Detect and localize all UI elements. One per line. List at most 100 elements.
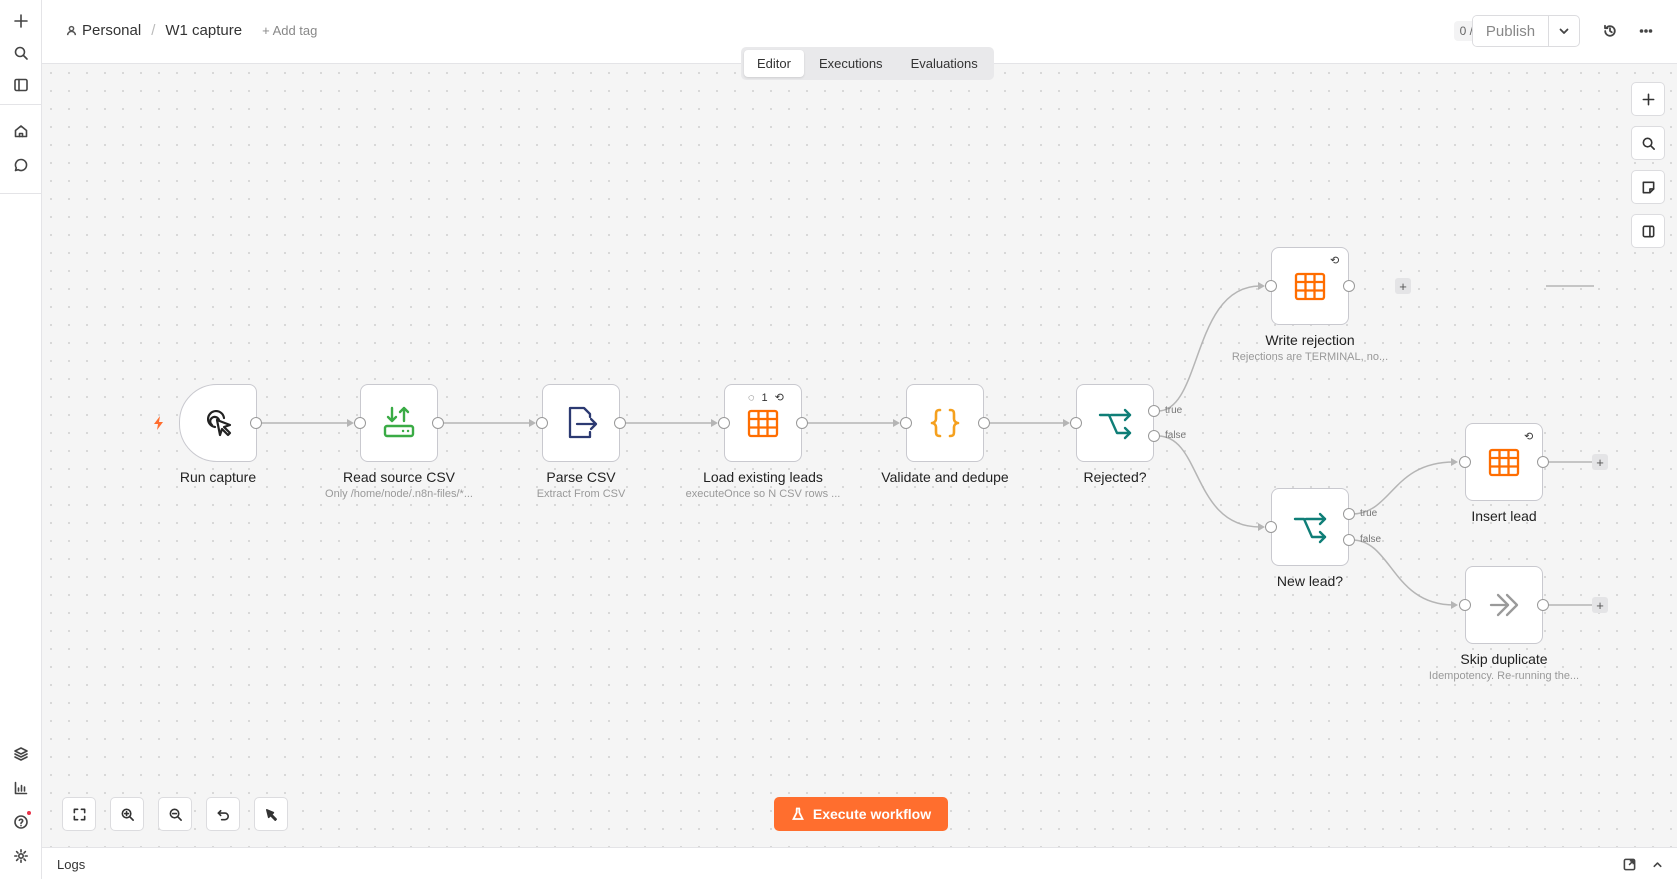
node-subtitle: Rejections are TERMINAL, no... — [1231, 351, 1389, 363]
output-handle[interactable] — [614, 417, 626, 429]
connection-line — [1157, 285, 1261, 412]
node-skip-duplicate[interactable] — [1465, 566, 1543, 644]
node-label: Insert lead — [1471, 508, 1537, 524]
tab-evaluations[interactable]: Evaluations — [898, 50, 991, 77]
output-handle[interactable] — [250, 417, 262, 429]
no-op-arrow-icon — [1489, 593, 1519, 617]
fit-view-icon — [73, 808, 85, 820]
false-output-handle[interactable] — [1148, 430, 1160, 442]
output-handle[interactable] — [1537, 456, 1549, 468]
node-read-source-csv[interactable] — [360, 384, 438, 462]
node-label: Skip duplicate — [1460, 651, 1548, 667]
chevron-up-icon[interactable] — [1649, 856, 1665, 872]
insights-chart-icon[interactable] — [9, 776, 33, 800]
true-port-label: true — [1360, 508, 1378, 519]
zoom-in-button[interactable] — [110, 797, 144, 831]
execute-workflow-button[interactable]: Execute workflow — [774, 797, 948, 831]
node-subtitle: Only /home/node/.n8n-files/*... — [325, 488, 473, 500]
zoom-in-icon — [121, 808, 134, 821]
app-window: Personal / W1 capture + Add tag 0 / 1 Pu… — [0, 0, 1677, 879]
execute-workflow-label: Execute workflow — [812, 806, 932, 822]
node-label: Write rejection — [1265, 332, 1355, 348]
false-output-handle[interactable] — [1343, 534, 1355, 546]
help-icon[interactable] — [9, 810, 33, 834]
workflow-name[interactable]: W1 capture — [165, 22, 242, 39]
notification-dot — [27, 811, 31, 815]
node-insert-lead[interactable]: ⟲ — [1465, 423, 1543, 501]
output-handle[interactable] — [1343, 280, 1355, 292]
output-handle[interactable] — [1537, 599, 1549, 611]
node-label: New lead? — [1276, 573, 1344, 589]
undo-button[interactable] — [206, 797, 240, 831]
sticky-note-tool[interactable] — [1631, 170, 1665, 204]
input-handle[interactable] — [536, 417, 548, 429]
breadcrumb: Personal / W1 capture + Add tag — [66, 22, 317, 39]
add-node-button[interactable]: + — [1592, 597, 1608, 613]
add-node-button[interactable]: + — [1395, 278, 1411, 294]
output-handle[interactable] — [432, 417, 444, 429]
node-badges: ◌ 1 ⟲ — [748, 391, 784, 405]
plus-icon — [1642, 93, 1654, 105]
search-nodes-tool[interactable] — [1631, 126, 1665, 160]
node-validate-and-dedupe[interactable] — [906, 384, 984, 462]
input-handle[interactable] — [1265, 521, 1277, 533]
undo-icon — [217, 809, 229, 820]
settings-gear-icon[interactable] — [9, 844, 33, 868]
output-handle[interactable] — [796, 417, 808, 429]
node-parse-csv[interactable] — [542, 384, 620, 462]
tidy-up-button[interactable] — [254, 797, 288, 831]
node-new-lead[interactable] — [1271, 488, 1349, 566]
tab-editor[interactable]: Editor — [744, 50, 804, 77]
add-icon[interactable] — [9, 9, 33, 33]
input-handle[interactable] — [1070, 417, 1082, 429]
person-icon — [66, 25, 77, 36]
history-icon[interactable] — [1600, 21, 1620, 41]
search-icon[interactable] — [9, 41, 33, 65]
flask-icon — [791, 807, 804, 820]
add-node-button[interactable]: + — [1592, 454, 1608, 470]
project-link[interactable]: Personal — [66, 22, 141, 39]
input-handle[interactable] — [1265, 280, 1277, 292]
execute-once-count: 1 — [761, 391, 768, 404]
node-label: Load existing leads — [703, 469, 823, 485]
publish-button[interactable]: Publish — [1473, 16, 1549, 46]
magic-wand-icon — [265, 808, 277, 821]
add-node-tool[interactable] — [1631, 82, 1665, 116]
false-port-label: false — [1165, 430, 1187, 441]
add-tag-button[interactable]: + Add tag — [262, 23, 317, 38]
retry-icon: ⟲ — [1524, 431, 1534, 443]
input-handle[interactable] — [718, 417, 730, 429]
workflow-canvas[interactable]: Run capture Read source CSV Only /home/n… — [42, 64, 1677, 847]
zoom-out-button[interactable] — [158, 797, 192, 831]
input-handle[interactable] — [354, 417, 366, 429]
node-load-existing-leads[interactable]: ◌ 1 ⟲ — [724, 384, 802, 462]
more-options-icon[interactable] — [1636, 21, 1656, 41]
node-rejected[interactable] — [1076, 384, 1154, 462]
pop-out-icon[interactable] — [1621, 856, 1637, 872]
input-handle[interactable] — [1459, 456, 1471, 468]
output-handle[interactable] — [978, 417, 990, 429]
toggle-panel-tool[interactable] — [1631, 214, 1665, 248]
logs-panel-bar[interactable]: Logs — [42, 847, 1677, 879]
node-label: Read source CSV — [342, 469, 456, 485]
node-write-rejection[interactable]: ⟲ — [1271, 247, 1349, 325]
chat-icon[interactable] — [9, 153, 33, 177]
node-label: Rejected? — [1083, 469, 1147, 485]
breadcrumb-separator: / — [151, 22, 156, 39]
sticky-note-icon — [1642, 181, 1654, 193]
left-sidebar — [0, 0, 42, 879]
input-handle[interactable] — [1459, 599, 1471, 611]
arrowhead — [529, 419, 536, 427]
fit-view-button[interactable] — [62, 797, 96, 831]
true-output-handle[interactable] — [1343, 508, 1355, 520]
true-output-handle[interactable] — [1148, 405, 1160, 417]
publish-dropdown-button[interactable] — [1549, 16, 1579, 46]
zoom-out-icon — [169, 808, 182, 821]
node-run-capture[interactable] — [179, 384, 257, 462]
tab-executions[interactable]: Executions — [806, 50, 896, 77]
templates-icon[interactable] — [9, 742, 33, 766]
logs-label: Logs — [57, 857, 86, 872]
input-handle[interactable] — [900, 417, 912, 429]
sidebar-toggle-icon[interactable] — [9, 73, 33, 97]
home-icon[interactable] — [9, 119, 33, 143]
